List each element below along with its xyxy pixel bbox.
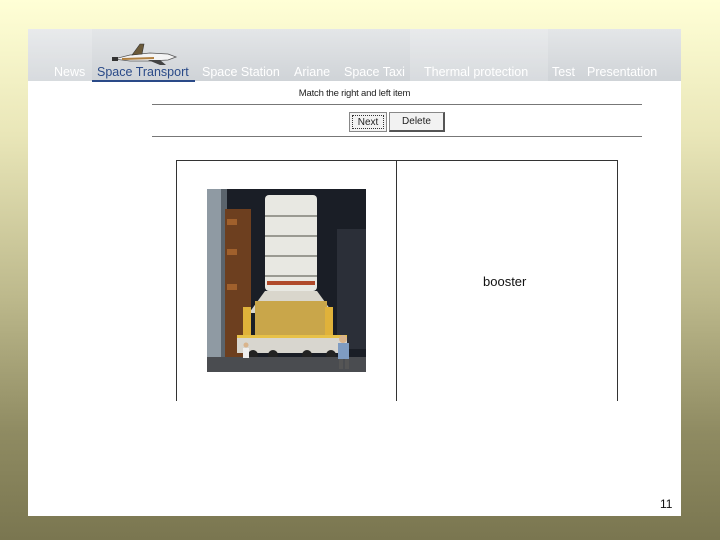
nav-item-presentation[interactable]: Presentation bbox=[587, 65, 657, 79]
match-box-left-border bbox=[176, 160, 177, 401]
space-shuttle-icon bbox=[112, 43, 178, 65]
right-item-text[interactable]: booster bbox=[483, 274, 526, 289]
divider-bottom bbox=[152, 136, 642, 137]
delete-button[interactable]: Delete bbox=[389, 112, 445, 132]
active-tab-indicator bbox=[92, 80, 195, 82]
nav-item-space-station[interactable]: Space Station bbox=[202, 65, 280, 79]
nav-item-thermal-protection[interactable]: Thermal protection bbox=[424, 65, 528, 79]
match-box-divider bbox=[396, 160, 397, 401]
nav-item-space-transport[interactable]: Space Transport bbox=[97, 65, 189, 79]
page-number: 11 bbox=[660, 497, 673, 511]
divider-top bbox=[152, 104, 642, 105]
top-navigation-bar: News Space Transport Space Station Arian… bbox=[28, 29, 681, 82]
nav-item-ariane[interactable]: Ariane bbox=[294, 65, 330, 79]
exercise-instruction: Match the right and left item bbox=[298, 88, 411, 99]
nav-item-test[interactable]: Test bbox=[552, 65, 575, 79]
match-box-right-border bbox=[617, 160, 618, 401]
left-item-booster-photo[interactable] bbox=[207, 189, 366, 372]
match-box-top-border bbox=[176, 160, 618, 161]
slide: News Space Transport Space Station Arian… bbox=[28, 29, 681, 516]
nav-item-space-taxi[interactable]: Space Taxi bbox=[344, 65, 405, 79]
booster-photo-image bbox=[207, 189, 366, 372]
nav-item-news[interactable]: News bbox=[54, 65, 85, 79]
next-button[interactable]: Next bbox=[349, 112, 387, 132]
